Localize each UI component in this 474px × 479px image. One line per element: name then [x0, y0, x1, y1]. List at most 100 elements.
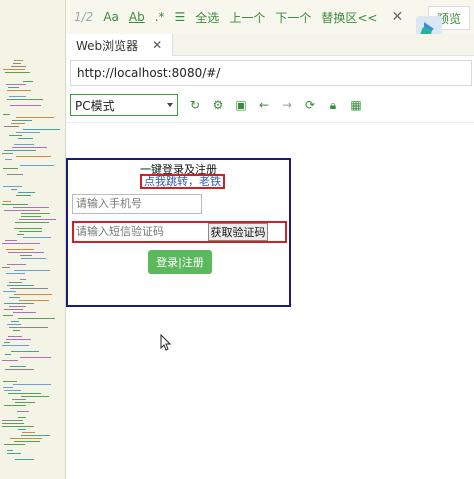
minimap-line: [11, 321, 19, 322]
minimap-line: [4, 210, 40, 211]
next-match-button[interactable]: 下一个: [275, 9, 311, 26]
tab-close-icon[interactable]: ✕: [152, 38, 162, 52]
minimap-line: [10, 366, 26, 367]
minimap-line: [20, 255, 32, 256]
minimap-line: [11, 66, 26, 67]
jump-link[interactable]: 点我跳转，老铁: [140, 174, 225, 189]
qrcode-icon[interactable]: ▦: [349, 98, 363, 112]
minimap-line: [23, 237, 51, 238]
minimap-line: [23, 81, 33, 82]
find-replace-toolbar: 1/2 Aa Ab .* ☰ 全选 上一个 下一个 替换区<< ✕ 预览: [66, 0, 474, 42]
code-minimap[interactable]: [0, 0, 66, 479]
minimap-line: [9, 306, 26, 307]
minimap-line: [15, 222, 49, 223]
align-icon[interactable]: ☰: [175, 10, 186, 24]
minimap-line: [21, 435, 50, 436]
regex-button[interactable]: .*: [155, 10, 165, 24]
minimap-line: [4, 126, 19, 127]
minimap-line: [7, 99, 43, 100]
minimap-line: [5, 354, 11, 355]
minimap-line: [3, 315, 13, 316]
minimap-line: [14, 228, 42, 229]
get-code-button[interactable]: 获取验证码: [208, 223, 268, 241]
minimap-line: [3, 69, 25, 70]
minimap-line: [17, 234, 24, 235]
minimap-line: [8, 393, 41, 394]
minimap-line: [3, 381, 17, 382]
minimap-line: [2, 267, 10, 268]
minimap-line: [14, 144, 34, 145]
minimap-line: [2, 423, 24, 424]
whole-word-button[interactable]: Ab: [129, 10, 145, 24]
replace-toggle-button[interactable]: 替换区<<: [321, 9, 377, 26]
minimap-line: [14, 270, 50, 271]
close-find-button[interactable]: ✕: [391, 9, 403, 25]
minimap-line: [18, 138, 33, 139]
minimap-line: [12, 147, 47, 148]
minimap-line: [17, 411, 29, 412]
minimap-line: [10, 105, 41, 106]
minimap-line: [4, 303, 34, 304]
minimap-line: [4, 390, 21, 391]
minimap-line: [12, 120, 32, 121]
url-input[interactable]: http://localhost:8080/#/: [70, 60, 472, 86]
minimap-line: [19, 219, 56, 220]
rotate-icon[interactable]: ↻: [188, 98, 202, 112]
minimap-line: [2, 204, 28, 205]
lock-icon[interactable]: 🔒︎: [326, 98, 340, 112]
minimap-line: [18, 417, 26, 418]
minimap-line: [8, 252, 44, 253]
minimap-line: [3, 291, 16, 292]
back-arrow-icon[interactable]: ←: [257, 98, 271, 112]
screenshot-icon[interactable]: ▣: [234, 98, 248, 112]
match-counter: 1/2: [74, 10, 94, 24]
minimap-line: [16, 117, 54, 118]
minimap-line: [11, 351, 39, 352]
minimap-line: [7, 324, 21, 325]
minimap-line: [13, 207, 49, 208]
app-window: 1/2 Aa Ab .* ☰ 全选 上一个 下一个 替换区<< ✕ 预览 Web…: [0, 0, 474, 479]
sms-code-input[interactable]: 请输入短信验证码: [76, 224, 204, 240]
minimap-line: [2, 243, 40, 244]
minimap-line: [7, 264, 26, 265]
device-mode-value: PC模式: [75, 98, 115, 113]
minimap-line: [2, 426, 34, 427]
select-all-button[interactable]: 全选: [195, 9, 219, 26]
device-mode-select[interactable]: PC模式: [70, 94, 178, 116]
minimap-line: [4, 150, 36, 151]
gear-icon[interactable]: ⚙: [211, 98, 225, 112]
tab-web-browser[interactable]: Web浏览器 ✕: [66, 34, 174, 56]
minimap-line: [7, 90, 31, 91]
login-register-button[interactable]: 登录|注册: [148, 250, 212, 274]
minimap-line: [21, 216, 41, 217]
sms-row: 请输入短信验证码 获取验证码: [72, 221, 287, 243]
minimap-line: [5, 369, 34, 370]
minimap-line: [2, 153, 13, 154]
minimap-line: [4, 309, 23, 310]
minimap-line: [14, 441, 40, 442]
minimap-line: [20, 279, 26, 280]
minimap-line: [16, 156, 51, 157]
minimap-line: [9, 327, 48, 328]
login-frame: 一键登录及注册 点我跳转，老铁 请输入手机号 请输入短信验证码 获取验证码 登录…: [66, 158, 291, 307]
minimap-line: [15, 459, 34, 460]
minimap-line: [5, 159, 12, 160]
minimap-line: [2, 360, 18, 361]
prev-match-button[interactable]: 上一个: [229, 9, 265, 26]
minimap-line: [21, 258, 46, 259]
minimap-line: [7, 453, 21, 454]
minimap-line: [5, 72, 30, 73]
minimap-line: [13, 63, 21, 64]
minimap-line: [7, 174, 23, 175]
minimap-line: [3, 114, 10, 115]
refresh-icon[interactable]: ⟳: [303, 98, 317, 112]
minimap-line: [16, 195, 31, 196]
minimap-line: [16, 132, 40, 133]
minimap-line: [4, 405, 26, 406]
forward-arrow-icon[interactable]: →: [280, 98, 294, 112]
minimap-line: [2, 345, 29, 346]
match-case-button[interactable]: Aa: [103, 10, 119, 24]
minimap-line: [6, 339, 31, 340]
phone-input[interactable]: 请输入手机号: [72, 194, 202, 214]
minimap-line: [19, 300, 49, 301]
